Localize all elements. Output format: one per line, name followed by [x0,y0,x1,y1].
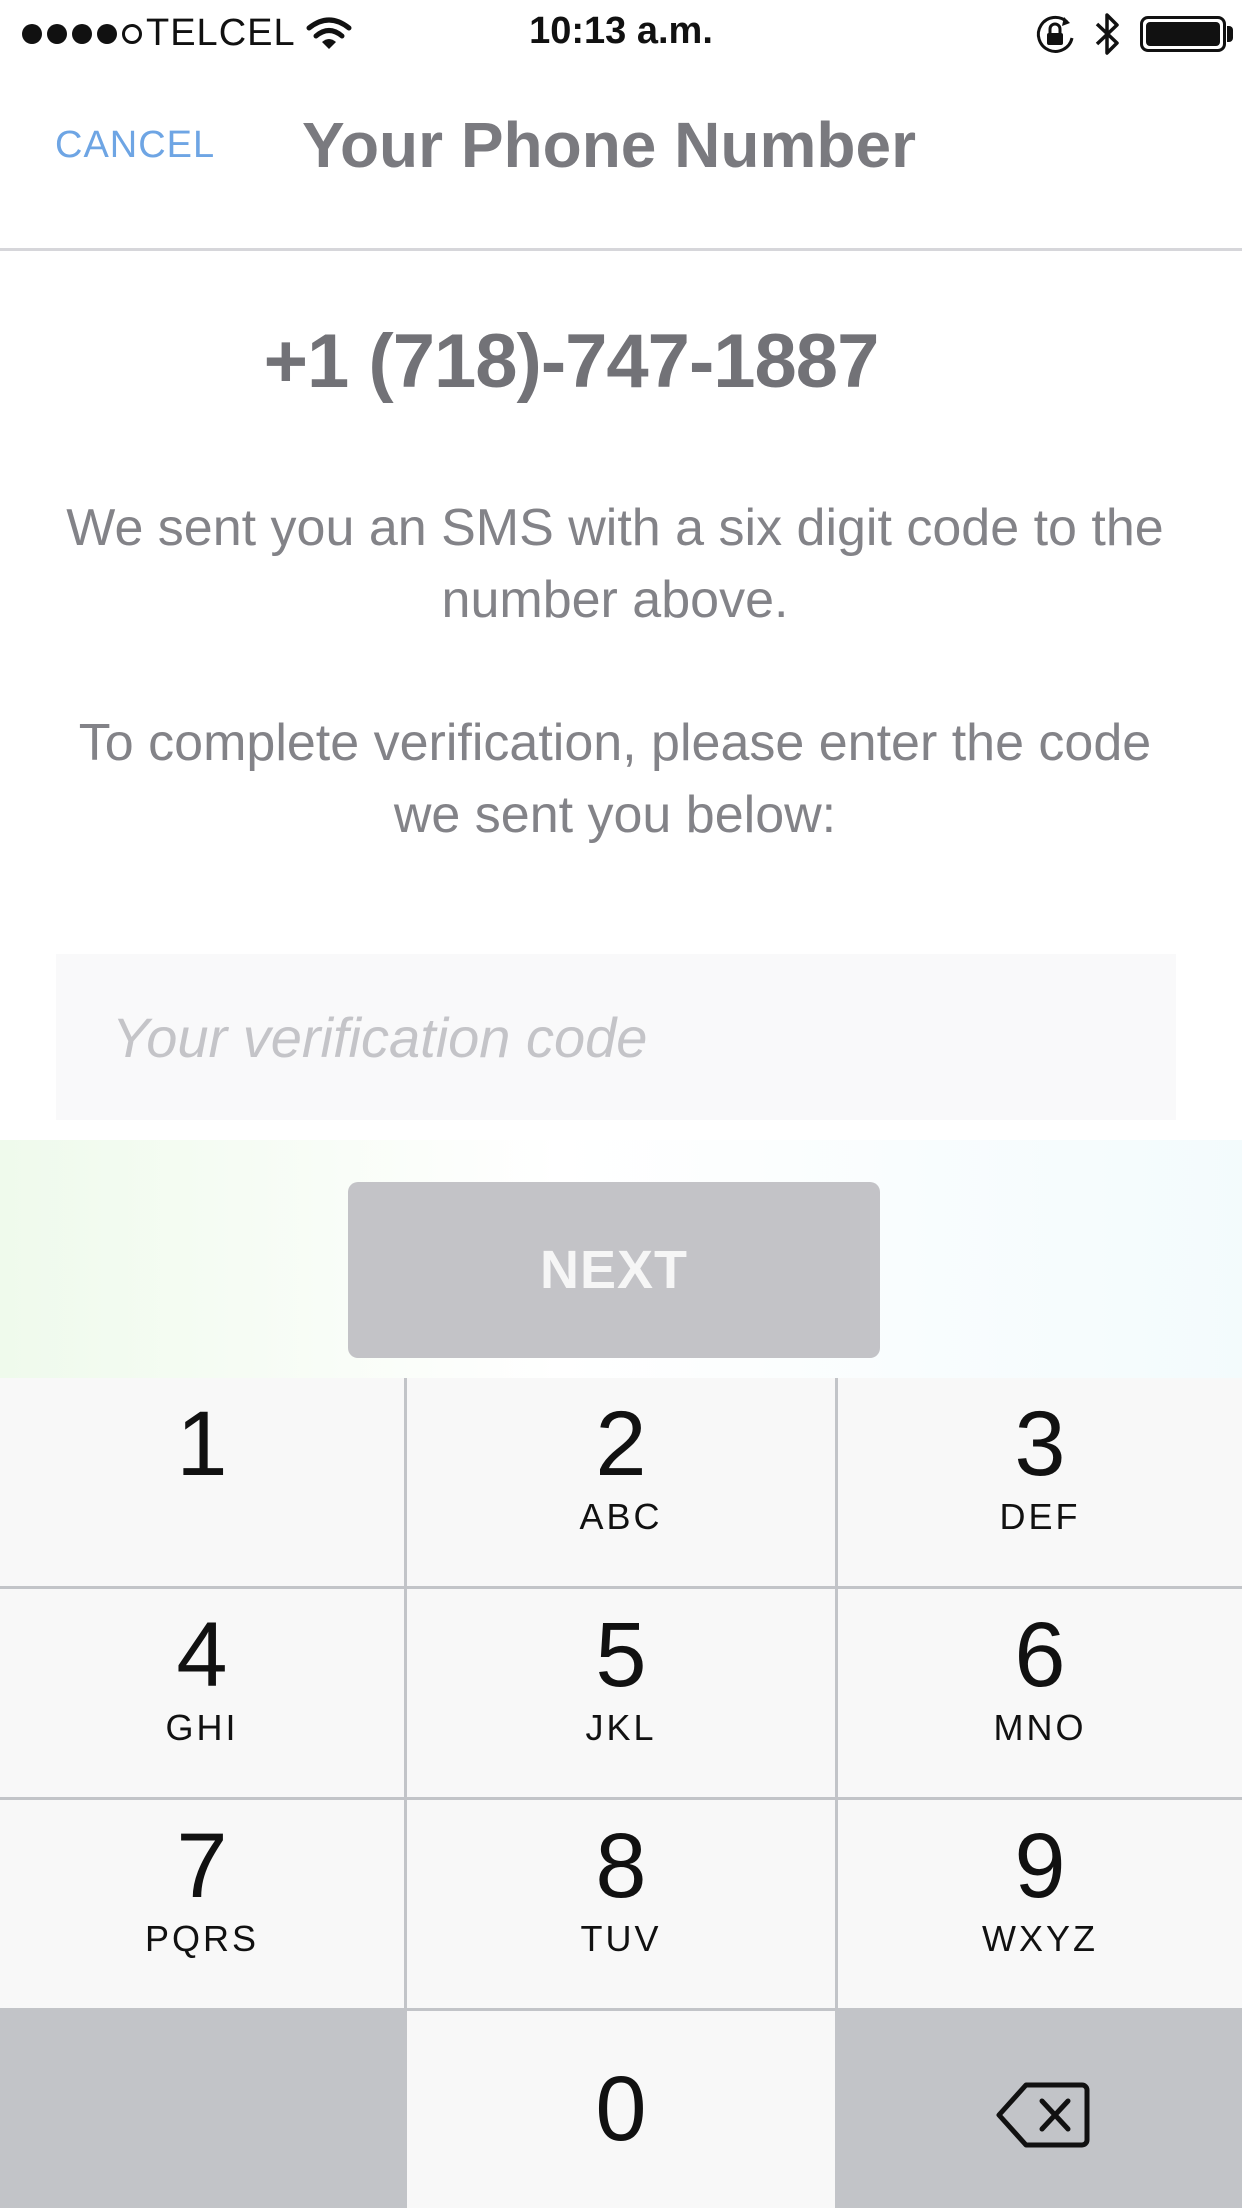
key-2[interactable]: 2 ABC [407,1378,835,1586]
key-1[interactable]: 1 [0,1378,404,1586]
key-letters: GHI [165,1707,239,1748]
key-6[interactable]: 6 MNO [838,1589,1242,1797]
key-digit: 3 [1014,1393,1066,1495]
key-0[interactable]: 0 [407,2011,835,2208]
key-3[interactable]: 3 DEF [838,1378,1242,1586]
delete-icon [996,2082,1090,2148]
battery-icon [1140,16,1226,52]
key-blank [0,2011,404,2208]
status-bar: TELCEL 10:13 a.m. [0,0,1242,70]
key-letters: ABC [579,1496,663,1537]
cancel-button[interactable]: CANCEL [55,124,215,167]
key-5[interactable]: 5 JKL [407,1589,835,1797]
key-digit: 6 [1014,1604,1066,1706]
key-9[interactable]: 9 WXYZ [838,1800,1242,2008]
key-letters: PQRS [144,1918,260,1959]
key-digit: 1 [176,1393,228,1495]
numeric-keypad: 1 2 ABC 3 DEF 4 GHI 5 JKL 6 MNO 7 PQRS 8… [0,1378,1242,2208]
key-letters: WXYZ [982,1918,1098,1959]
phone-number: +1 (718)-747-1887 [263,319,880,404]
delete-key[interactable] [838,2011,1242,2208]
key-letters: DEF [999,1496,1081,1537]
key-letters: JKL [585,1707,657,1748]
rotation-lock-icon [1036,15,1074,53]
key-digit: 2 [595,1393,647,1495]
key-digit: 0 [595,2058,647,2160]
battery-tip [1227,26,1233,42]
page-title: Your Phone Number [302,109,916,181]
key-digit: 7 [176,1815,228,1917]
verification-instructions: To complete verification, please enter t… [78,714,1152,844]
bluetooth-icon [1095,13,1119,55]
key-digit: 4 [176,1604,228,1706]
key-digit: 8 [595,1815,647,1917]
key-4[interactable]: 4 GHI [0,1589,404,1797]
verification-code-input[interactable] [56,954,1176,1120]
key-7[interactable]: 7 PQRS [0,1800,404,2008]
key-letters: MNO [993,1707,1087,1748]
sms-sent-message: We sent you an SMS with a six digit code… [66,499,1164,629]
key-letters: TUV [580,1918,662,1959]
key-8[interactable]: 8 TUV [407,1800,835,2008]
key-digit: 9 [1014,1815,1066,1917]
nav-divider [0,248,1242,251]
key-digit: 5 [595,1604,647,1706]
next-button[interactable]: NEXT [348,1182,880,1358]
